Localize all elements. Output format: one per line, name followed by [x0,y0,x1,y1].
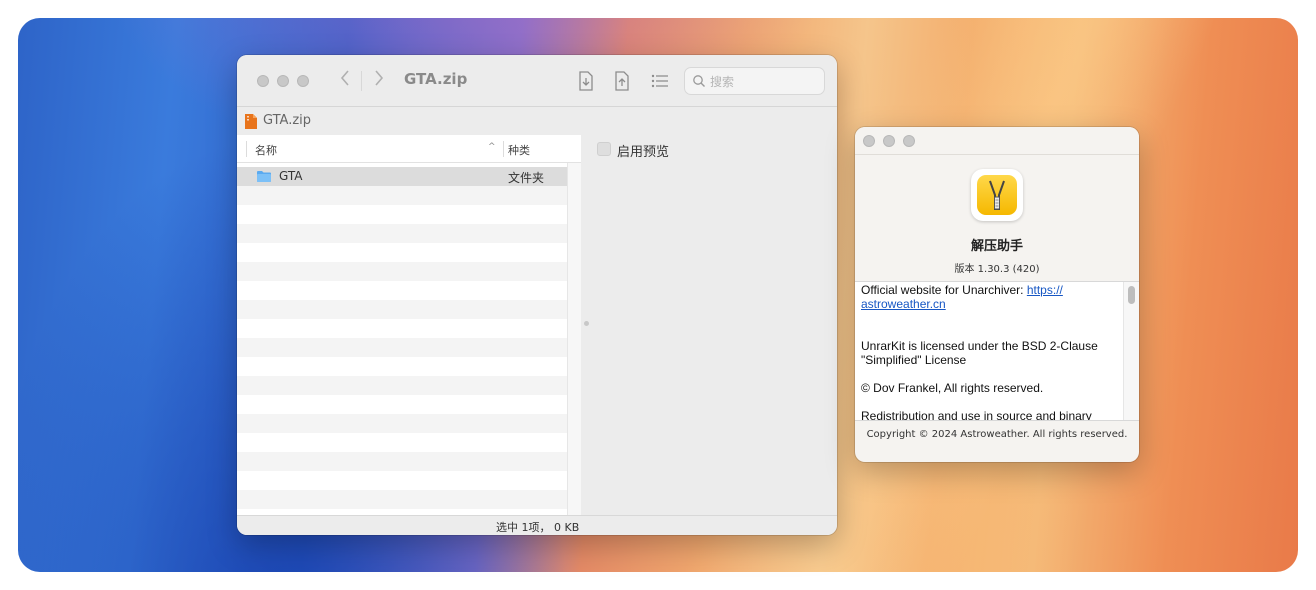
file-kind: 文件夹 [508,171,545,185]
file-rows: GTA 文件夹 [237,167,567,509]
table-row[interactable]: GTA 文件夹 [237,167,567,186]
zoom-button[interactable] [903,135,915,147]
table-row-empty [237,433,567,452]
table-row-empty [237,243,567,262]
enable-preview-checkbox[interactable] [597,142,611,156]
split-handle[interactable] [584,321,589,326]
forward-button[interactable] [368,69,390,93]
table-row-empty [237,319,567,338]
enable-preview-label[interactable]: 启用预览 [617,141,669,160]
chevron-left-icon [340,70,349,86]
minimize-button[interactable] [277,75,289,87]
table-row-empty [237,186,567,205]
minimize-button[interactable] [883,135,895,147]
list-view-icon [651,74,668,88]
column-kind[interactable]: 种类 [508,142,530,158]
extract-button[interactable] [575,70,597,92]
column-divider [246,141,247,157]
archive-window: GTA.zip 搜索 GTA.zip 名称 ^ 种类 GTA 文件夹 启用预览 … [237,55,837,535]
table-row-empty [237,300,567,319]
list-view-button[interactable] [649,70,671,92]
zoom-button[interactable] [297,75,309,87]
window-controls [257,75,309,87]
window-title: GTA.zip [404,70,468,88]
table-row-empty [237,376,567,395]
copyright-text: Copyright © 2024 Astroweather. All right… [866,429,1128,440]
zip-file-icon [245,114,257,129]
rights-line: © Dov Frankel, All rights reserved. [861,381,1044,395]
sort-ascending-icon: ^ [488,142,496,152]
column-divider[interactable] [503,141,504,157]
table-row-empty [237,262,567,281]
table-row-empty [237,395,567,414]
table-row-empty [237,357,567,376]
search-input[interactable] [710,72,820,92]
scrollbar-track[interactable] [567,163,581,515]
window-controls [863,135,915,147]
window-toolbar: GTA.zip [237,55,837,107]
license-line-2: "Simplified" License [861,353,967,367]
search-icon [693,75,705,87]
about-window: 解压助手 版本 1.30.3 (420) Official website fo… [855,127,1139,462]
table-row-empty [237,490,567,509]
zipper-icon [977,175,1017,215]
table-row-empty [237,224,567,243]
credits-content: Official website for Unarchiver: https:/… [861,283,1123,421]
extract-icon [579,71,593,91]
folder-icon [257,171,271,182]
credits-text-area[interactable]: Official website for Unarchiver: https:/… [855,281,1139,421]
table-row-empty [237,471,567,490]
column-name[interactable]: 名称 [255,142,277,158]
status-text: 选中 1项， 0 KB [496,521,580,534]
close-button[interactable] [257,75,269,87]
back-button[interactable] [334,69,356,93]
table-row-empty [237,452,567,471]
path-label: GTA.zip [263,113,312,128]
search-field[interactable] [684,67,825,95]
about-titlebar [855,127,1139,155]
preview-pane: 启用预览 [581,135,837,515]
table-row-empty [237,414,567,433]
scrollbar-thumb[interactable] [1128,286,1135,304]
nav-divider [361,71,362,91]
chevron-right-icon [375,70,384,86]
close-button[interactable] [863,135,875,147]
compress-button[interactable] [611,70,633,92]
status-bar: 选中 1项， 0 KB [237,515,837,535]
file-name: GTA [279,169,303,183]
website-prefix: Official website for Unarchiver: [861,283,1027,297]
app-version: 版本 1.30.3 (420) [954,264,1040,275]
credits-scrollbar[interactable] [1123,282,1139,420]
redistribution-line: Redistribution and use in source and bin… [861,409,1092,421]
compress-icon [615,71,629,91]
column-header: 名称 ^ 种类 [237,135,581,163]
license-line-1: UnrarKit is licensed under the BSD 2-Cla… [861,339,1098,353]
table-row-empty [237,205,567,224]
table-row-empty [237,338,567,357]
app-name: 解压助手 [970,239,1023,254]
table-row-empty [237,281,567,300]
path-bar: GTA.zip [237,108,837,134]
file-list: 名称 ^ 种类 GTA 文件夹 [237,135,581,515]
app-icon [971,169,1023,221]
